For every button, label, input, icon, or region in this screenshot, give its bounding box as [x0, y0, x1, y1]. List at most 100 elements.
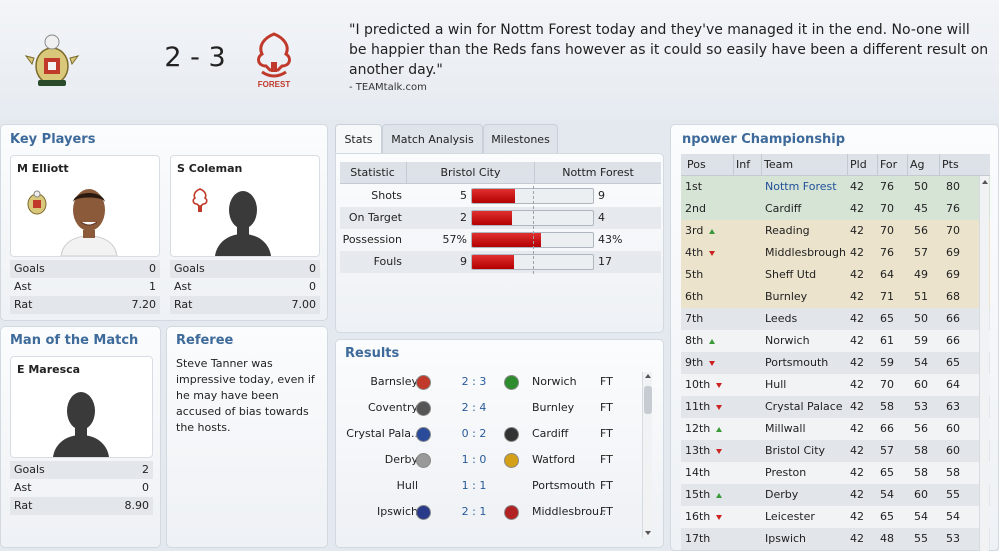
league-team[interactable]: Norwich	[765, 330, 810, 352]
league-team[interactable]: Nottm Forest	[765, 176, 837, 198]
league-pld: 42	[850, 400, 864, 413]
league-for: 54	[880, 488, 894, 501]
league-team[interactable]: Cardiff	[765, 198, 801, 220]
scroll-up-icon[interactable]	[982, 180, 988, 184]
league-team[interactable]: Hull	[765, 374, 786, 396]
league-team[interactable]: Portsmouth	[765, 352, 828, 374]
league-ag: 55	[914, 532, 928, 545]
league-pos: 5th	[685, 268, 704, 281]
league-pos: 9th	[685, 352, 716, 374]
match-score: 2 - 3	[164, 42, 226, 73]
league-pos: 8th	[685, 330, 716, 352]
league-pld: 42	[850, 312, 864, 325]
league-ag: 45	[914, 202, 928, 215]
league-team[interactable]: Ipswich	[765, 528, 806, 550]
league-ag: 51	[914, 290, 928, 303]
league-for: 64	[880, 268, 894, 281]
bristol-city-crest-icon	[24, 34, 80, 86]
league-team[interactable]: Derby	[765, 484, 798, 506]
league-team[interactable]: Leicester	[765, 506, 815, 528]
league-pts: 60	[946, 422, 960, 435]
position-up-icon	[716, 426, 723, 432]
league-pts: 66	[946, 312, 960, 325]
league-pts: 63	[946, 400, 960, 413]
league-for: 65	[880, 466, 894, 479]
league-for: 70	[880, 224, 894, 237]
league-pld: 42	[850, 246, 864, 259]
league-pos: 10th	[685, 374, 723, 396]
league-team[interactable]: Middlesbrough	[765, 242, 846, 264]
league-row[interactable]: 10th Hull 42 70 60 64	[681, 374, 990, 396]
league-for: 70	[880, 378, 894, 391]
league-pts: 80	[946, 180, 960, 193]
league-pos: 14th	[685, 466, 711, 479]
tab-stats[interactable]: Stats	[335, 124, 382, 154]
league-pld: 42	[850, 444, 864, 457]
league-for: 71	[880, 290, 894, 303]
league-pos: 7th	[685, 312, 704, 325]
league-pts: 69	[946, 268, 960, 281]
player-name: S Coleman	[177, 162, 243, 175]
league-for: 66	[880, 422, 894, 435]
league-team[interactable]: Sheff Utd	[765, 264, 816, 286]
league-pld: 42	[850, 202, 864, 215]
league-row[interactable]: 1st Nottm Forest 42 76 50 80	[681, 176, 990, 198]
league-row[interactable]: 8th Norwich 42 61 59 66	[681, 330, 990, 352]
league-pld: 42	[850, 466, 864, 479]
league-team[interactable]: Bristol City	[765, 440, 825, 462]
league-for: 65	[880, 312, 894, 325]
key-players-title: Key Players	[10, 132, 96, 147]
league-scrollbar[interactable]	[979, 176, 989, 551]
tab-match-analysis[interactable]: Match Analysis	[382, 124, 483, 154]
league-ag: 54	[914, 510, 928, 523]
league-row[interactable]: 9th Portsmouth 42 59 54 65	[681, 352, 990, 374]
league-row[interactable]: 7th Leeds 42 65 50 66	[681, 308, 990, 330]
league-ag: 60	[914, 488, 928, 501]
league-row[interactable]: 17th Ipswich 42 48 55 53	[681, 528, 990, 550]
league-pld: 42	[850, 290, 864, 303]
tab-milestones[interactable]: Milestones	[483, 124, 558, 154]
league-pld: 42	[850, 224, 864, 237]
col-inf[interactable]: Inf	[733, 154, 761, 176]
league-team[interactable]: Burnley	[765, 286, 807, 308]
league-team[interactable]: Preston	[765, 462, 806, 484]
league-pts: 64	[946, 378, 960, 391]
league-row[interactable]: 3rd Reading 42 70 56 70	[681, 220, 990, 242]
col-pts[interactable]: Pts	[939, 154, 979, 176]
league-ag: 56	[914, 224, 928, 237]
league-team[interactable]: Leeds	[765, 308, 797, 330]
col-pos[interactable]: Pos	[687, 154, 706, 176]
league-row[interactable]: 6th Burnley 42 71 51 68	[681, 286, 990, 308]
col-pld[interactable]: Pld	[847, 154, 877, 176]
league-pld: 42	[850, 488, 864, 501]
league-row[interactable]: 11th Crystal Palace 42 58 53 63	[681, 396, 990, 418]
league-row[interactable]: 2nd Cardiff 42 70 45 76	[681, 198, 990, 220]
col-ag[interactable]: Ag	[907, 154, 939, 176]
league-for: 65	[880, 510, 894, 523]
league-for: 58	[880, 400, 894, 413]
league-team[interactable]: Reading	[765, 220, 810, 242]
league-pos: 2nd	[685, 202, 706, 215]
league-pos: 1st	[685, 180, 703, 193]
league-row[interactable]: 13th Bristol City 42 57 58 60	[681, 440, 990, 462]
league-row[interactable]: 15th Derby 42 54 60 55	[681, 484, 990, 506]
league-row[interactable]: 4th Middlesbrough 42 76 57 69	[681, 242, 990, 264]
league-row[interactable]: 16th Leicester 42 65 54 54	[681, 506, 990, 528]
league-pts: 55	[946, 488, 960, 501]
league-pts: 69	[946, 246, 960, 259]
league-team[interactable]: Crystal Palace	[765, 396, 843, 418]
position-up-icon	[716, 492, 723, 498]
league-pos: 3rd	[685, 220, 716, 242]
league-pld: 42	[850, 356, 864, 369]
player-name: M Elliott	[17, 162, 69, 175]
league-row[interactable]: 14th Preston 42 65 58 58	[681, 462, 990, 484]
league-pts: 65	[946, 356, 960, 369]
col-team[interactable]: Team	[761, 154, 847, 176]
league-title: npower Championship	[682, 132, 846, 147]
quote-source: - TEAMtalk.com	[349, 82, 427, 93]
league-pts: 53	[946, 532, 960, 545]
league-row[interactable]: 12th Millwall 42 66 56 60	[681, 418, 990, 440]
col-for[interactable]: For	[877, 154, 907, 176]
league-row[interactable]: 5th Sheff Utd 42 64 49 69	[681, 264, 990, 286]
league-team[interactable]: Millwall	[765, 418, 806, 440]
